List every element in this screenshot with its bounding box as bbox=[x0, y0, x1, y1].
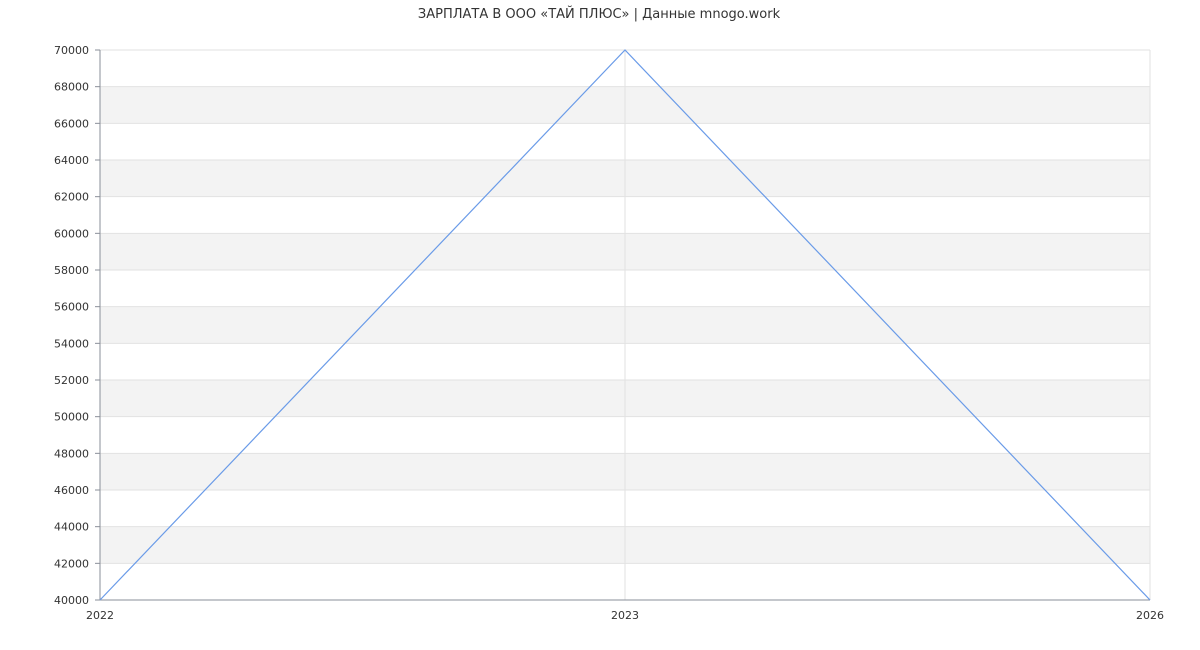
chart-title: ЗАРПЛАТА В ООО «ТАЙ ПЛЮС» | Данные mnogo… bbox=[418, 6, 781, 22]
y-tick-label: 60000 bbox=[54, 227, 89, 240]
y-tick-labels: 40000 42000 44000 46000 48000 50000 52000 54000… bbox=[54, 44, 89, 607]
y-tick-label: 64000 bbox=[54, 154, 89, 167]
y-tick-label: 46000 bbox=[54, 484, 89, 497]
y-tick-label: 52000 bbox=[54, 374, 89, 387]
y-tick-label: 48000 bbox=[54, 447, 89, 460]
x-tick-labels: 2022 2023 2026 bbox=[86, 609, 1164, 622]
y-tick-label: 50000 bbox=[54, 411, 89, 424]
y-tick-label: 56000 bbox=[54, 301, 89, 314]
y-tick-label: 68000 bbox=[54, 81, 89, 94]
y-tick-label: 54000 bbox=[54, 337, 89, 350]
x-tick-label: 2022 bbox=[86, 609, 114, 622]
salary-line-chart: 40000 42000 44000 46000 48000 50000 52000 54000… bbox=[54, 6, 1164, 622]
y-tick-label: 62000 bbox=[54, 191, 89, 204]
y-tick-label: 58000 bbox=[54, 264, 89, 277]
y-tick-label: 42000 bbox=[54, 557, 89, 570]
x-tick-label: 2023 bbox=[611, 609, 639, 622]
chart-container: 40000 42000 44000 46000 48000 50000 52000 54000… bbox=[0, 0, 1200, 650]
y-tick-label: 44000 bbox=[54, 521, 89, 534]
x-tick-label: 2026 bbox=[1136, 609, 1164, 622]
y-tick-label: 40000 bbox=[54, 594, 89, 607]
y-tick-label: 66000 bbox=[54, 117, 89, 130]
y-tick-label: 70000 bbox=[54, 44, 89, 57]
